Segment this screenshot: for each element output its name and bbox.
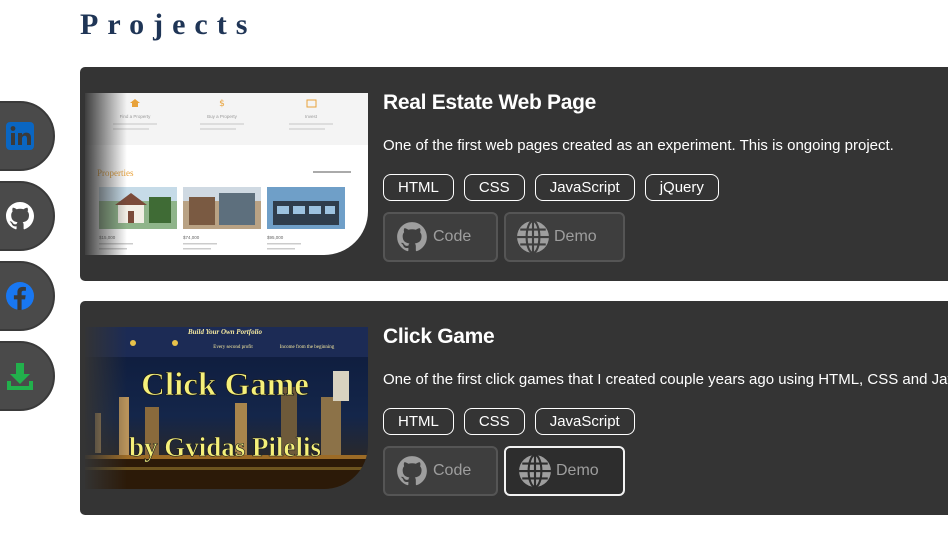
project-description: One of the first click games that I crea…: [383, 371, 948, 388]
thumb-price-3: $95,000: [267, 235, 284, 240]
thumb-col-b: Income from the beginning: [280, 345, 335, 350]
project-title: Click Game: [383, 325, 495, 348]
thumb-game-title: Click Game: [141, 367, 309, 403]
click-game-preview-image: Build Your Own Portfolio Every second pr…: [85, 327, 368, 489]
tag-list: HTML CSS JavaScript: [383, 408, 635, 435]
project-actions: Code Demo: [383, 446, 625, 496]
facebook-icon: [6, 282, 34, 310]
demo-label: Demo: [554, 228, 597, 245]
github-button[interactable]: [0, 181, 55, 251]
globe-icon: [519, 454, 551, 488]
project-card-click-game: Build Your Own Portfolio Every second pr…: [80, 301, 948, 515]
demo-button[interactable]: Demo: [504, 446, 625, 496]
linkedin-button[interactable]: [0, 101, 55, 171]
thumb-feature-3: Invest: [305, 114, 318, 119]
code-button[interactable]: Code: [383, 212, 498, 262]
tag-html: HTML: [383, 174, 454, 201]
page-title: Projects: [80, 8, 257, 41]
tag-html: HTML: [383, 408, 454, 435]
download-button[interactable]: [0, 341, 55, 411]
linkedin-icon: [6, 122, 34, 150]
demo-button[interactable]: Demo: [504, 212, 625, 262]
project-thumbnail-click-game[interactable]: Build Your Own Portfolio Every second pr…: [85, 327, 368, 489]
code-label: Code: [433, 462, 472, 479]
project-thumbnail-real-estate[interactable]: $ Find a Property Buy a Property Invest …: [85, 93, 368, 255]
tag-css: CSS: [463, 408, 525, 435]
project-card-real-estate: $ Find a Property Buy a Property Invest …: [80, 67, 948, 281]
tag-css: CSS: [463, 174, 525, 201]
demo-label: Demo: [556, 462, 599, 479]
github-icon: [6, 202, 34, 230]
tag-javascript: JavaScript: [534, 408, 635, 435]
thumb-price-2: $74,000: [183, 235, 200, 240]
project-title: Real Estate Web Page: [383, 91, 597, 114]
facebook-button[interactable]: [0, 261, 55, 331]
project-actions: Code Demo: [383, 212, 625, 262]
github-icon: [397, 456, 427, 486]
globe-icon: [517, 220, 549, 254]
thumb-col-a: Every second profit: [213, 345, 253, 350]
thumb-feature-2: Buy a Property: [207, 114, 238, 119]
tag-javascript: JavaScript: [534, 174, 635, 201]
tag-list: HTML CSS JavaScript jQuery: [383, 174, 719, 201]
code-button[interactable]: Code: [383, 446, 498, 496]
download-icon: [7, 363, 33, 390]
project-description: One of the first web pages created as an…: [383, 137, 894, 154]
real-estate-preview-image: $ Find a Property Buy a Property Invest …: [85, 93, 368, 255]
thumb-header: Build Your Own Portfolio: [187, 328, 262, 336]
svg-text:$: $: [219, 99, 225, 109]
code-label: Code: [433, 228, 472, 245]
tag-jquery: jQuery: [644, 174, 719, 201]
github-icon: [397, 222, 427, 252]
thumb-game-author: by Gvidas Pilelis: [129, 432, 321, 462]
